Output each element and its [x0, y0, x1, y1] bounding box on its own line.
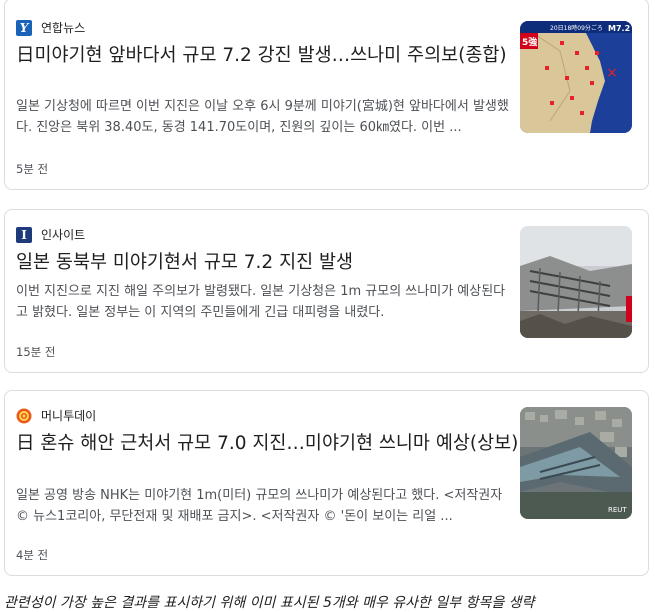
news-card-1[interactable]: Y 연합뉴스 日미야기현 앞바다서 규모 7.2 강진 발생…쓰나미 주의보(종… — [4, 0, 649, 190]
article-snippet: 일본 공영 방송 NHK는 미야기현 1m(미터) 규모의 쓰나미가 예상된다고… — [16, 488, 503, 524]
article-time: 4분 전 — [16, 548, 49, 562]
moneytoday-logo-icon — [16, 407, 32, 424]
source-row: Y 연합뉴스 — [16, 19, 85, 36]
source-name: 머니투데이 — [41, 409, 97, 423]
article-snippet: 이번 지진으로 지진 해일 주의보가 발령됐다. 일본 기상청은 1m 규모의 … — [16, 284, 506, 320]
thumb-label: 20日18時09分ごろ — [550, 24, 603, 32]
article-snippet: 일본 기상청에 따르면 이번 지진은 이날 오후 6시 9분께 미야기(宮城)현… — [16, 99, 509, 135]
article-thumbnail[interactable] — [520, 226, 632, 338]
article-time: 15분 전 — [16, 345, 56, 359]
source-name: 인사이트 — [41, 228, 86, 242]
news-card-2[interactable]: I 인사이트 일본 동북부 미야기현서 규모 7.2 지진 발생 이번 지진으로… — [4, 209, 649, 373]
omitted-results-notice: 관련성이 가장 높은 결과를 표시하기 위해 이미 표시된 5개와 매우 유사한… — [4, 595, 535, 611]
collapsed-building-image — [520, 226, 632, 338]
thumb-watermark: REUT — [608, 506, 627, 514]
article-time: 5분 전 — [16, 162, 49, 176]
earthquake-map-image: 20日18時09分ごろ M7.2 5強 × — [520, 21, 632, 133]
source-name: 연합뉴스 — [41, 21, 86, 35]
yonhap-logo-icon: Y — [16, 19, 32, 36]
source-row: I 인사이트 — [16, 226, 85, 243]
article-thumbnail[interactable]: 20日18時09分ごろ M7.2 5強 × — [520, 21, 632, 133]
article-title[interactable]: 日 혼슈 해안 근처서 규모 7.0 지진…미야기현 쓰니마 예상(상보) — [16, 431, 520, 456]
article-title[interactable]: 일본 동북부 미야기현서 규모 7.2 지진 발생 — [16, 250, 520, 275]
tsunami-aerial-image: REUT — [520, 407, 632, 519]
insight-logo-icon: I — [16, 226, 32, 243]
thumb-intensity: 5強 — [522, 36, 537, 48]
article-title[interactable]: 日미야기현 앞바다서 규모 7.2 강진 발생…쓰나미 주의보(종합) — [16, 43, 520, 68]
thumb-magnitude: M7.2 — [608, 24, 630, 33]
article-thumbnail[interactable]: REUT — [520, 407, 632, 519]
news-card-3[interactable]: 머니투데이 日 혼슈 해안 근처서 규모 7.0 지진…미야기현 쓰니마 예상(… — [4, 390, 649, 576]
source-row: 머니투데이 — [16, 407, 96, 424]
svg-text:×: × — [606, 65, 618, 81]
